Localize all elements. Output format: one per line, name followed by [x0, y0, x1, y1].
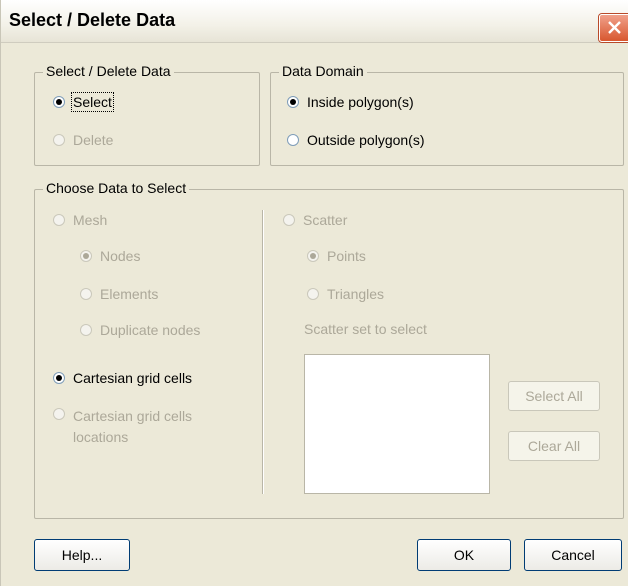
- dialog-window: Select / Delete Data Select / Delete Dat…: [0, 0, 628, 586]
- ok-button[interactable]: OK: [417, 539, 511, 571]
- radio-nodes-label: Nodes: [100, 248, 141, 264]
- clear-all-button[interactable]: Clear All: [508, 431, 600, 461]
- radio-dot: [283, 214, 295, 226]
- scatter-set-listbox[interactable]: [304, 354, 490, 494]
- radio-points[interactable]: Points: [307, 248, 366, 264]
- radio-outside-label: Outside polygon(s): [307, 132, 425, 148]
- radio-dot: [307, 250, 319, 262]
- radio-triangles[interactable]: Triangles: [307, 286, 384, 302]
- radio-cartesian-grid-cell-locations[interactable]: Cartesian grid cells locations: [53, 406, 192, 448]
- radio-delete[interactable]: Delete: [53, 132, 113, 148]
- cartesian-locations-line2: locations: [73, 429, 129, 445]
- radio-select-label: Select: [71, 92, 114, 112]
- radio-nodes[interactable]: Nodes: [80, 248, 140, 264]
- radio-cartesian-locations-label: Cartesian grid cells locations: [73, 406, 192, 448]
- select-delete-legend: Select / Delete Data: [43, 63, 174, 79]
- radio-mesh[interactable]: Mesh: [53, 212, 107, 228]
- radio-select[interactable]: Select: [53, 92, 114, 112]
- radio-dot: [307, 288, 319, 300]
- radio-inside-polygons[interactable]: Inside polygon(s): [287, 94, 414, 110]
- radio-duplicate-nodes[interactable]: Duplicate nodes: [80, 322, 200, 338]
- radio-dot: [80, 288, 92, 300]
- radio-dot: [53, 408, 65, 420]
- radio-delete-label: Delete: [73, 132, 114, 148]
- radio-dot: [53, 372, 65, 384]
- dialog-title: Select / Delete Data: [9, 10, 176, 30]
- title-bar[interactable]: Select / Delete Data: [1, 0, 628, 43]
- radio-points-label: Points: [327, 248, 366, 264]
- radio-dot: [287, 134, 299, 146]
- radio-dot: [53, 96, 65, 108]
- radio-mesh-label: Mesh: [73, 212, 108, 228]
- cancel-button[interactable]: Cancel: [524, 539, 622, 571]
- radio-dot: [80, 324, 92, 336]
- close-button[interactable]: [599, 14, 628, 42]
- data-domain-group: Data Domain: [270, 63, 624, 166]
- radio-dot: [287, 96, 299, 108]
- radio-duplicate-nodes-label: Duplicate nodes: [100, 322, 201, 338]
- choose-data-legend: Choose Data to Select: [43, 180, 190, 196]
- radio-scatter[interactable]: Scatter: [283, 212, 347, 228]
- radio-cartesian-grid-cells[interactable]: Cartesian grid cells: [53, 370, 192, 386]
- radio-scatter-label: Scatter: [303, 212, 348, 228]
- radio-dot: [80, 250, 92, 262]
- column-divider: [262, 210, 263, 494]
- scatter-set-label: Scatter set to select: [304, 321, 427, 337]
- radio-outside-polygons[interactable]: Outside polygon(s): [287, 132, 425, 148]
- cartesian-locations-line1: Cartesian grid cells: [73, 408, 193, 424]
- radio-triangles-label: Triangles: [327, 286, 385, 302]
- help-button[interactable]: Help...: [34, 539, 130, 571]
- radio-dot: [53, 214, 65, 226]
- radio-dot: [53, 134, 65, 146]
- select-delete-group: Select / Delete Data: [34, 63, 260, 166]
- radio-cartesian-cells-label: Cartesian grid cells: [73, 370, 193, 386]
- select-all-button[interactable]: Select All: [508, 381, 600, 411]
- close-icon: [608, 21, 621, 34]
- radio-inside-label: Inside polygon(s): [307, 94, 414, 110]
- data-domain-legend: Data Domain: [279, 63, 367, 79]
- radio-elements[interactable]: Elements: [80, 286, 158, 302]
- radio-elements-label: Elements: [100, 286, 159, 302]
